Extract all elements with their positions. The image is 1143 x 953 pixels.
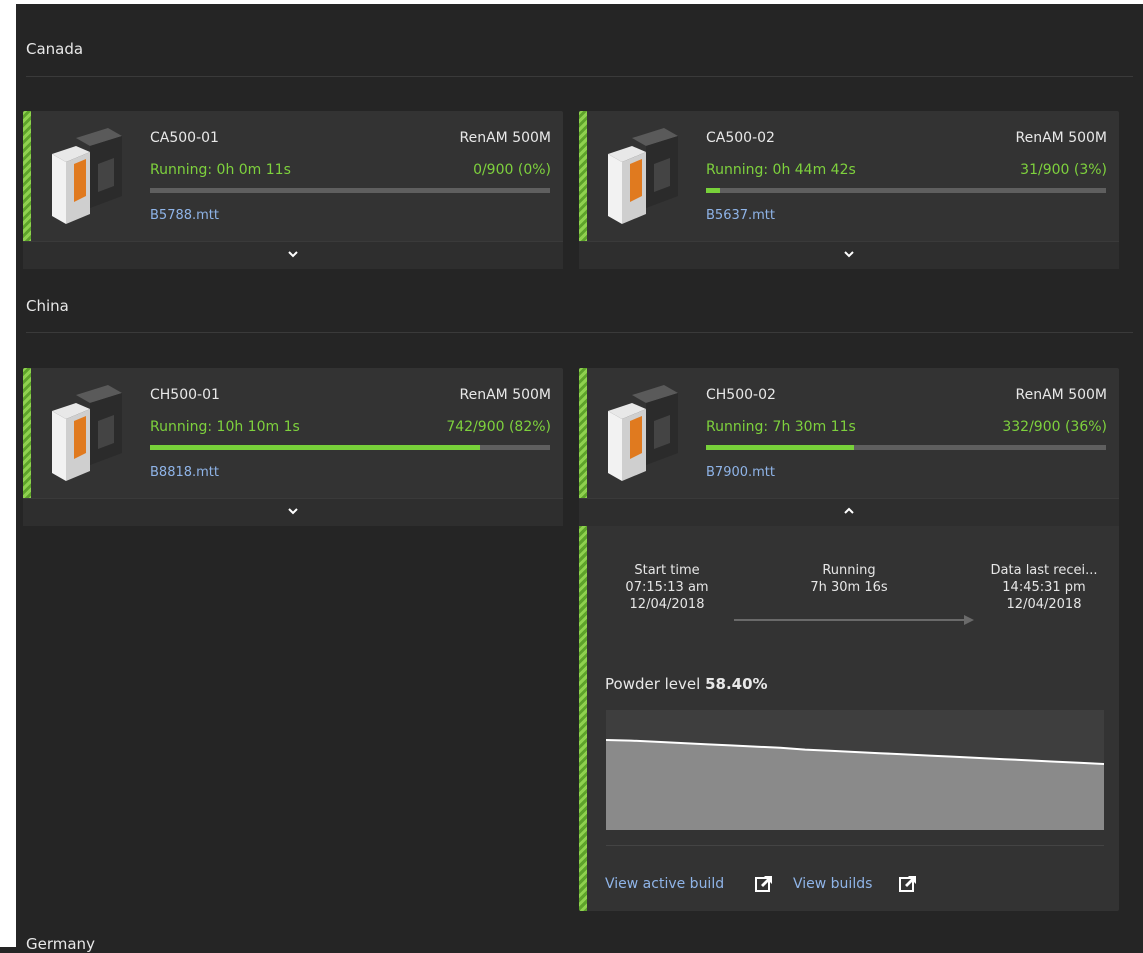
start-time-block: Start time 07:15:13 am 12/04/2018 <box>607 562 727 613</box>
running-value: 7h 30m 16s <box>810 580 888 595</box>
start-date-value: 12/04/2018 <box>629 597 705 612</box>
machine-model: RenAM 500M <box>459 130 552 146</box>
powder-level-plot <box>605 739 1105 830</box>
last-data-time: 14:45:31 pm <box>1002 580 1086 595</box>
external-link-icon[interactable] <box>755 875 773 893</box>
section-title-germany: Germany <box>26 935 95 953</box>
machine-name: CA500-02 <box>706 130 775 146</box>
progress-bar <box>150 188 550 193</box>
build-file-link[interactable]: B7900.mtt <box>706 465 775 480</box>
machine-icon <box>608 385 678 481</box>
view-active-build-link[interactable]: View active build <box>605 876 724 892</box>
start-time-label: Start time <box>634 563 700 578</box>
machine-card[interactable]: CA500-02 RenAM 500M Running: 0h 44m 42s … <box>579 111 1119 269</box>
machine-model: RenAM 500M <box>1015 387 1108 403</box>
expand-toggle[interactable] <box>23 241 563 269</box>
running-status: Running: 10h 10m 1s <box>150 419 300 435</box>
machine-name: CA500-01 <box>150 130 219 146</box>
expand-toggle[interactable] <box>23 498 563 526</box>
machine-model: RenAM 500M <box>459 387 552 403</box>
start-time-value: 07:15:13 am <box>625 580 709 595</box>
running-status: Running: 0h 0m 11s <box>150 162 291 178</box>
chevron-down-icon <box>288 508 298 515</box>
last-data-label: Data last recei... <box>990 563 1098 578</box>
progress-bar <box>150 445 550 450</box>
powder-area <box>606 740 1104 830</box>
machine-icon <box>52 128 122 224</box>
machine-card[interactable]: CH500-01 RenAM 500M Running: 10h 10m 1s … <box>23 368 563 526</box>
build-file-link[interactable]: B5788.mtt <box>150 208 219 223</box>
running-label: Running <box>822 563 876 578</box>
external-link-icon[interactable] <box>899 875 917 893</box>
layer-progress: 31/900 (3%) <box>1020 162 1107 178</box>
running-block: Running 7h 30m 16s <box>769 562 929 596</box>
progress-bar <box>706 445 1106 450</box>
layer-progress: 332/900 (36%) <box>1002 419 1107 435</box>
build-file-link[interactable]: B5637.mtt <box>706 208 775 223</box>
machine-card[interactable]: CA500-01 RenAM 500M Running: 0h 0m 11s 0… <box>23 111 563 269</box>
progress-bar <box>706 188 1106 193</box>
arrow-right-icon <box>734 615 974 625</box>
powder-level-value: 58.40% <box>705 675 768 693</box>
powder-level-label: Powder level <box>605 675 701 693</box>
machine-name: CH500-01 <box>150 387 220 403</box>
powder-level-chart <box>605 710 1105 830</box>
expand-toggle[interactable] <box>579 241 1119 269</box>
build-file-link[interactable]: B8818.mtt <box>150 465 219 480</box>
section-title-china: China <box>26 297 69 315</box>
section-divider <box>26 332 1133 333</box>
detail-divider <box>606 845 1104 846</box>
layer-progress: 0/900 (0%) <box>473 162 551 178</box>
view-builds-link[interactable]: View builds <box>793 876 872 892</box>
section-divider <box>26 76 1133 77</box>
last-data-block: Data last recei... 14:45:31 pm 12/04/201… <box>974 562 1114 613</box>
chevron-down-icon <box>844 251 854 258</box>
collapse-toggle[interactable] <box>579 498 1119 526</box>
powder-level-text: Powder level 58.40% <box>605 675 768 693</box>
section-title-canada: Canada <box>26 40 84 58</box>
layer-progress: 742/900 (82%) <box>446 419 551 435</box>
machine-card-expanded[interactable]: CH500-02 RenAM 500M Running: 7h 30m 11s … <box>579 368 1119 911</box>
machine-name: CH500-02 <box>706 387 776 403</box>
window-top-edge <box>0 0 1143 4</box>
machine-icon <box>52 385 122 481</box>
status-stripe <box>579 368 587 911</box>
machine-model: RenAM 500M <box>1015 130 1108 146</box>
running-status: Running: 7h 30m 11s <box>706 419 856 435</box>
last-data-date: 12/04/2018 <box>1006 597 1082 612</box>
chevron-up-icon <box>844 507 854 514</box>
window-left-edge <box>0 0 16 947</box>
running-status: Running: 0h 44m 42s <box>706 162 856 178</box>
machine-icon <box>608 128 678 224</box>
chevron-down-icon <box>288 251 298 258</box>
